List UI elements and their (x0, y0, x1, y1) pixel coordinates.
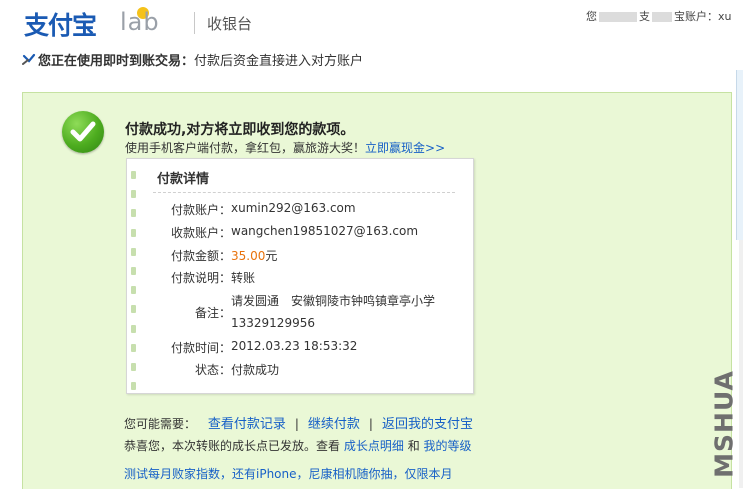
user-account-info: 您 支 宝账户：xu (586, 8, 731, 24)
growth-and: 和 (407, 439, 420, 453)
user-prefix: 您 (586, 10, 597, 23)
link-separator: | (368, 417, 373, 431)
user-mid: 支 (639, 10, 650, 23)
detail-value: 转账 (231, 271, 256, 285)
next-actions: 您可能需要： 查看付款记录 | 继续付款 | 返回我的支付宝 (124, 413, 473, 432)
detail-value: 付款成功 (231, 363, 280, 377)
watermark-text: MSHUA (709, 370, 739, 478)
detail-value-phone: 13329129956 (231, 316, 315, 330)
detail-label: 状态： (194, 363, 231, 377)
detail-label: 付款说明： (170, 271, 231, 285)
transaction-notice: 您正在使用即时到账交易：付款后资金直接进入对方账户 (22, 50, 363, 69)
view-records-link[interactable]: 查看付款记录 (208, 417, 286, 432)
detail-value: 2012.03.23 18:53:32 (231, 339, 358, 353)
lottery-promo-link[interactable]: 测试每月败家指数，还有iPhone，尼康相机随你抽，仅限本月 (124, 465, 453, 482)
card-title: 付款详情 (157, 172, 210, 187)
card-binding-strip (131, 171, 139, 391)
link-separator: | (294, 417, 299, 431)
promo-line: 使用手机客户端付款，拿红包，赢旅游大奖！立即赢现金>> (125, 139, 445, 156)
alipay-logo-text: 支付宝 (24, 11, 97, 40)
detail-value: wangchen19851027@163.com (231, 224, 419, 238)
detail-value: xumin292@163.com (231, 201, 356, 215)
user-suffix: 宝账户：xu (674, 10, 732, 23)
notice-bold: 您正在使用即时到账交易： (38, 54, 195, 69)
growth-text: 恭喜您，本次转账的成长点已发放。查看 (124, 439, 341, 453)
lab-logo-text: lab (120, 8, 160, 36)
detail-label: 付款金额： (170, 249, 231, 263)
promo-link[interactable]: 立即赢现金>> (365, 141, 445, 155)
card-divider (153, 192, 455, 193)
amount-unit: 元 (265, 249, 278, 263)
redacted-text (652, 12, 672, 22)
watermark: MSHUA (704, 370, 743, 478)
alipay-bird-icon (22, 53, 36, 65)
detail-label: 付款账户： (170, 203, 231, 217)
redacted-name (599, 12, 637, 22)
detail-value: 请发圆通 安徽铜陵市钟鸣镇章亭小学 (231, 294, 436, 308)
growth-details-link[interactable]: 成长点明细 (344, 439, 404, 453)
notice-text: 付款后资金直接进入对方账户 (194, 54, 364, 69)
payment-details-card: 付款详情 付款账户： xumin292@163.com 收款账户： wangch… (126, 158, 474, 394)
right-edge-panel (736, 70, 743, 240)
growth-points-notice: 恭喜您，本次转账的成长点已发放。查看 成长点明细 和 我的等级 (124, 437, 472, 454)
detail-label: 备注： (194, 306, 231, 320)
detail-value: 35.00元 (231, 247, 277, 264)
next-actions-prefix: 您可能需要： (124, 417, 197, 431)
back-to-alipay-link[interactable]: 返回我的支付宝 (382, 417, 473, 432)
header-divider (194, 12, 195, 34)
my-level-link[interactable]: 我的等级 (424, 439, 472, 453)
continue-pay-link[interactable]: 继续付款 (308, 417, 360, 432)
page-title: 收银台 (207, 15, 253, 33)
detail-label: 付款时间： (170, 341, 231, 355)
check-mark-icon (70, 121, 96, 142)
check-icon (62, 111, 104, 153)
promo-text: 使用手机客户端付款，拿红包，赢旅游大奖！ (125, 141, 366, 155)
success-title: 付款成功,对方将立即收到您的款项。 (125, 122, 355, 138)
amount-value: 35.00 (231, 249, 266, 263)
detail-label: 收款账户： (170, 226, 231, 240)
